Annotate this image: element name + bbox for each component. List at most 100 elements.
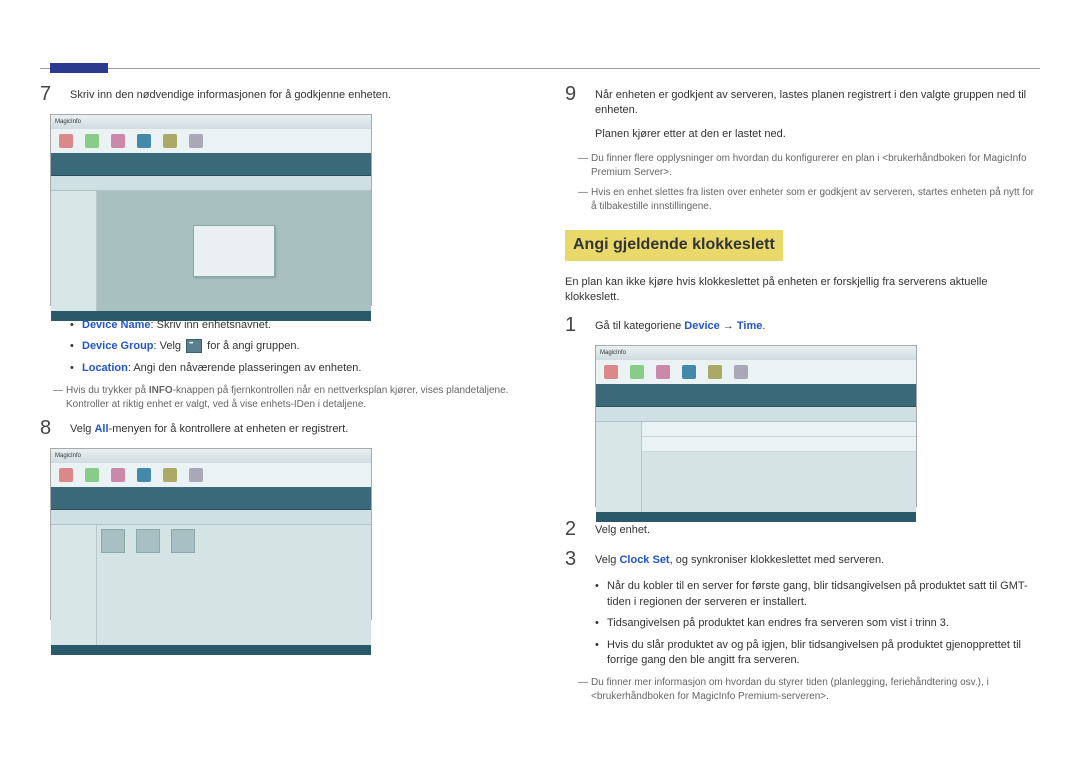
screenshot-subbar [596, 407, 916, 422]
approve-dialog [193, 225, 275, 277]
step-number: 9 [565, 84, 585, 104]
note-time-manual: ― Du finner mer informasjon om hvordan d… [575, 676, 1040, 704]
screenshot-titlebar: MagicInfo [51, 115, 371, 129]
step-text: Skriv inn den nødvendige informasjonen f… [70, 84, 515, 103]
step-8: 8 Velg All-menyen for å kontrollere at e… [40, 418, 515, 438]
note-text: Hvis du trykker på INFO-knappen på fjern… [66, 384, 515, 412]
step-number: 1 [565, 315, 585, 335]
field-desc: : Velg [154, 340, 185, 352]
toolbar-icon [734, 365, 748, 379]
note-manual: ― Du finner flere opplysninger om hvorda… [575, 152, 1040, 180]
note-info-button: ― Hvis du trykker på INFO-knappen på fje… [50, 384, 515, 412]
screenshot-toolbar [596, 360, 916, 384]
toolbar-icon [708, 365, 722, 379]
step-number: 8 [40, 418, 60, 438]
toolbar-icon [189, 468, 203, 482]
group-picker-icon [186, 339, 202, 353]
screenshot-all-menu: MagicInfo [50, 448, 372, 620]
screenshot-navbar [596, 384, 916, 407]
toolbar-icon [163, 134, 177, 148]
toolbar-icon [137, 468, 151, 482]
screenshot-navbar [51, 487, 371, 510]
note-delete-device: ― Hvis en enhet slettes fra listen over … [575, 186, 1040, 214]
toolbar-icon [85, 468, 99, 482]
toolbar-icon [59, 134, 73, 148]
screenshot-footer [596, 512, 916, 522]
time-notes: Når du kobler til en server for første g… [595, 579, 1040, 668]
note-dash: ― [50, 384, 66, 412]
screenshot-approve-device: MagicInfo [50, 114, 372, 306]
step-3-time: 3 Velg Clock Set, og synkroniser klokkes… [565, 549, 1040, 569]
step-9: 9 Når enheten er godkjent av serveren, l… [565, 84, 1040, 142]
screenshot-sidebar [596, 422, 642, 512]
toolbar-icon [604, 365, 618, 379]
section-intro: En plan kan ikke kjøre hvis klokkeslette… [565, 275, 1040, 306]
toolbar-icon [682, 365, 696, 379]
two-column-layout: 7 Skriv inn den nødvendige informasjonen… [40, 84, 1040, 710]
header-rule [40, 68, 1040, 69]
document-page: 7 Skriv inn den nødvendige informasjonen… [0, 0, 1080, 763]
step-number: 7 [40, 84, 60, 104]
screenshot-titlebar: MagicInfo [51, 449, 371, 463]
step-number: 3 [565, 549, 585, 569]
step-text: Velg Clock Set, og synkroniser klokkesle… [595, 549, 1040, 568]
screenshot-body [51, 191, 371, 311]
list-header [642, 422, 916, 437]
app-title: MagicInfo [55, 452, 81, 460]
step-2-time: 2 Velg enhet. [565, 519, 1040, 539]
left-column: 7 Skriv inn den nødvendige informasjonen… [40, 84, 515, 710]
field-desc: : Skriv inn enhetsnavnet. [151, 319, 271, 331]
note-text: Du finner flere opplysninger om hvordan … [591, 152, 1040, 180]
field-label: Device Name [82, 319, 151, 331]
app-title: MagicInfo [600, 349, 626, 357]
field-label: Device Group [82, 340, 154, 352]
device-thumbnail [101, 529, 125, 553]
step-line: Planen kjører etter at den er lastet ned… [595, 127, 1040, 142]
field-descriptions: Device Name: Skriv inn enhetsnavnet. Dev… [70, 318, 515, 376]
bullet-device-group: Device Group: Velg for å angi gruppen. [70, 339, 515, 354]
section-heading: Angi gjeldende klokkeslett [565, 230, 783, 260]
screenshot-navbar [51, 153, 371, 176]
header-accent [50, 63, 108, 73]
toolbar-icon [656, 365, 670, 379]
screenshot-body [596, 422, 916, 512]
field-desc: for å angi gruppen. [204, 340, 299, 352]
note-dash: ― [575, 152, 591, 180]
step-text: Velg All-menyen for å kontrollere at enh… [70, 418, 515, 437]
step-1-time: 1 Gå til kategoriene Device → Time. [565, 315, 1040, 335]
screenshot-main [642, 422, 916, 512]
note-dash: ― [575, 676, 591, 704]
screenshot-subbar [51, 176, 371, 191]
screenshot-main [97, 191, 371, 311]
step-line: Når enheten er godkjent av serveren, las… [595, 88, 1040, 119]
screenshot-device-time: MagicInfo [595, 345, 917, 507]
screenshot-toolbar [51, 463, 371, 487]
toolbar-icon [137, 134, 151, 148]
note-text: Hvis en enhet slettes fra listen over en… [591, 186, 1040, 214]
toolbar-icon [189, 134, 203, 148]
device-thumbnail [171, 529, 195, 553]
toolbar-icon [85, 134, 99, 148]
step-7: 7 Skriv inn den nødvendige informasjonen… [40, 84, 515, 104]
field-label: Location [82, 362, 128, 374]
toolbar-icon [163, 468, 177, 482]
note-dash: ― [575, 186, 591, 214]
screenshot-subbar [51, 510, 371, 525]
screenshot-sidebar [51, 191, 97, 311]
screenshot-titlebar: MagicInfo [596, 346, 916, 360]
screenshot-toolbar [51, 129, 371, 153]
device-thumbnail [136, 529, 160, 553]
bullet-restore: Hvis du slår produktet av og på igjen, b… [595, 638, 1040, 669]
step-number: 2 [565, 519, 585, 539]
step-text: Gå til kategoriene Device → Time. [595, 315, 1040, 334]
screenshot-sidebar [51, 525, 97, 645]
screenshot-footer [51, 645, 371, 655]
note-text: Du finner mer informasjon om hvordan du … [591, 676, 1040, 704]
screenshot-main [97, 525, 371, 645]
toolbar-icon [111, 134, 125, 148]
toolbar-icon [630, 365, 644, 379]
list-row [642, 437, 916, 452]
screenshot-body [51, 525, 371, 645]
field-desc: : Angi den nåværende plasseringen av enh… [128, 362, 362, 374]
toolbar-icon [111, 468, 125, 482]
